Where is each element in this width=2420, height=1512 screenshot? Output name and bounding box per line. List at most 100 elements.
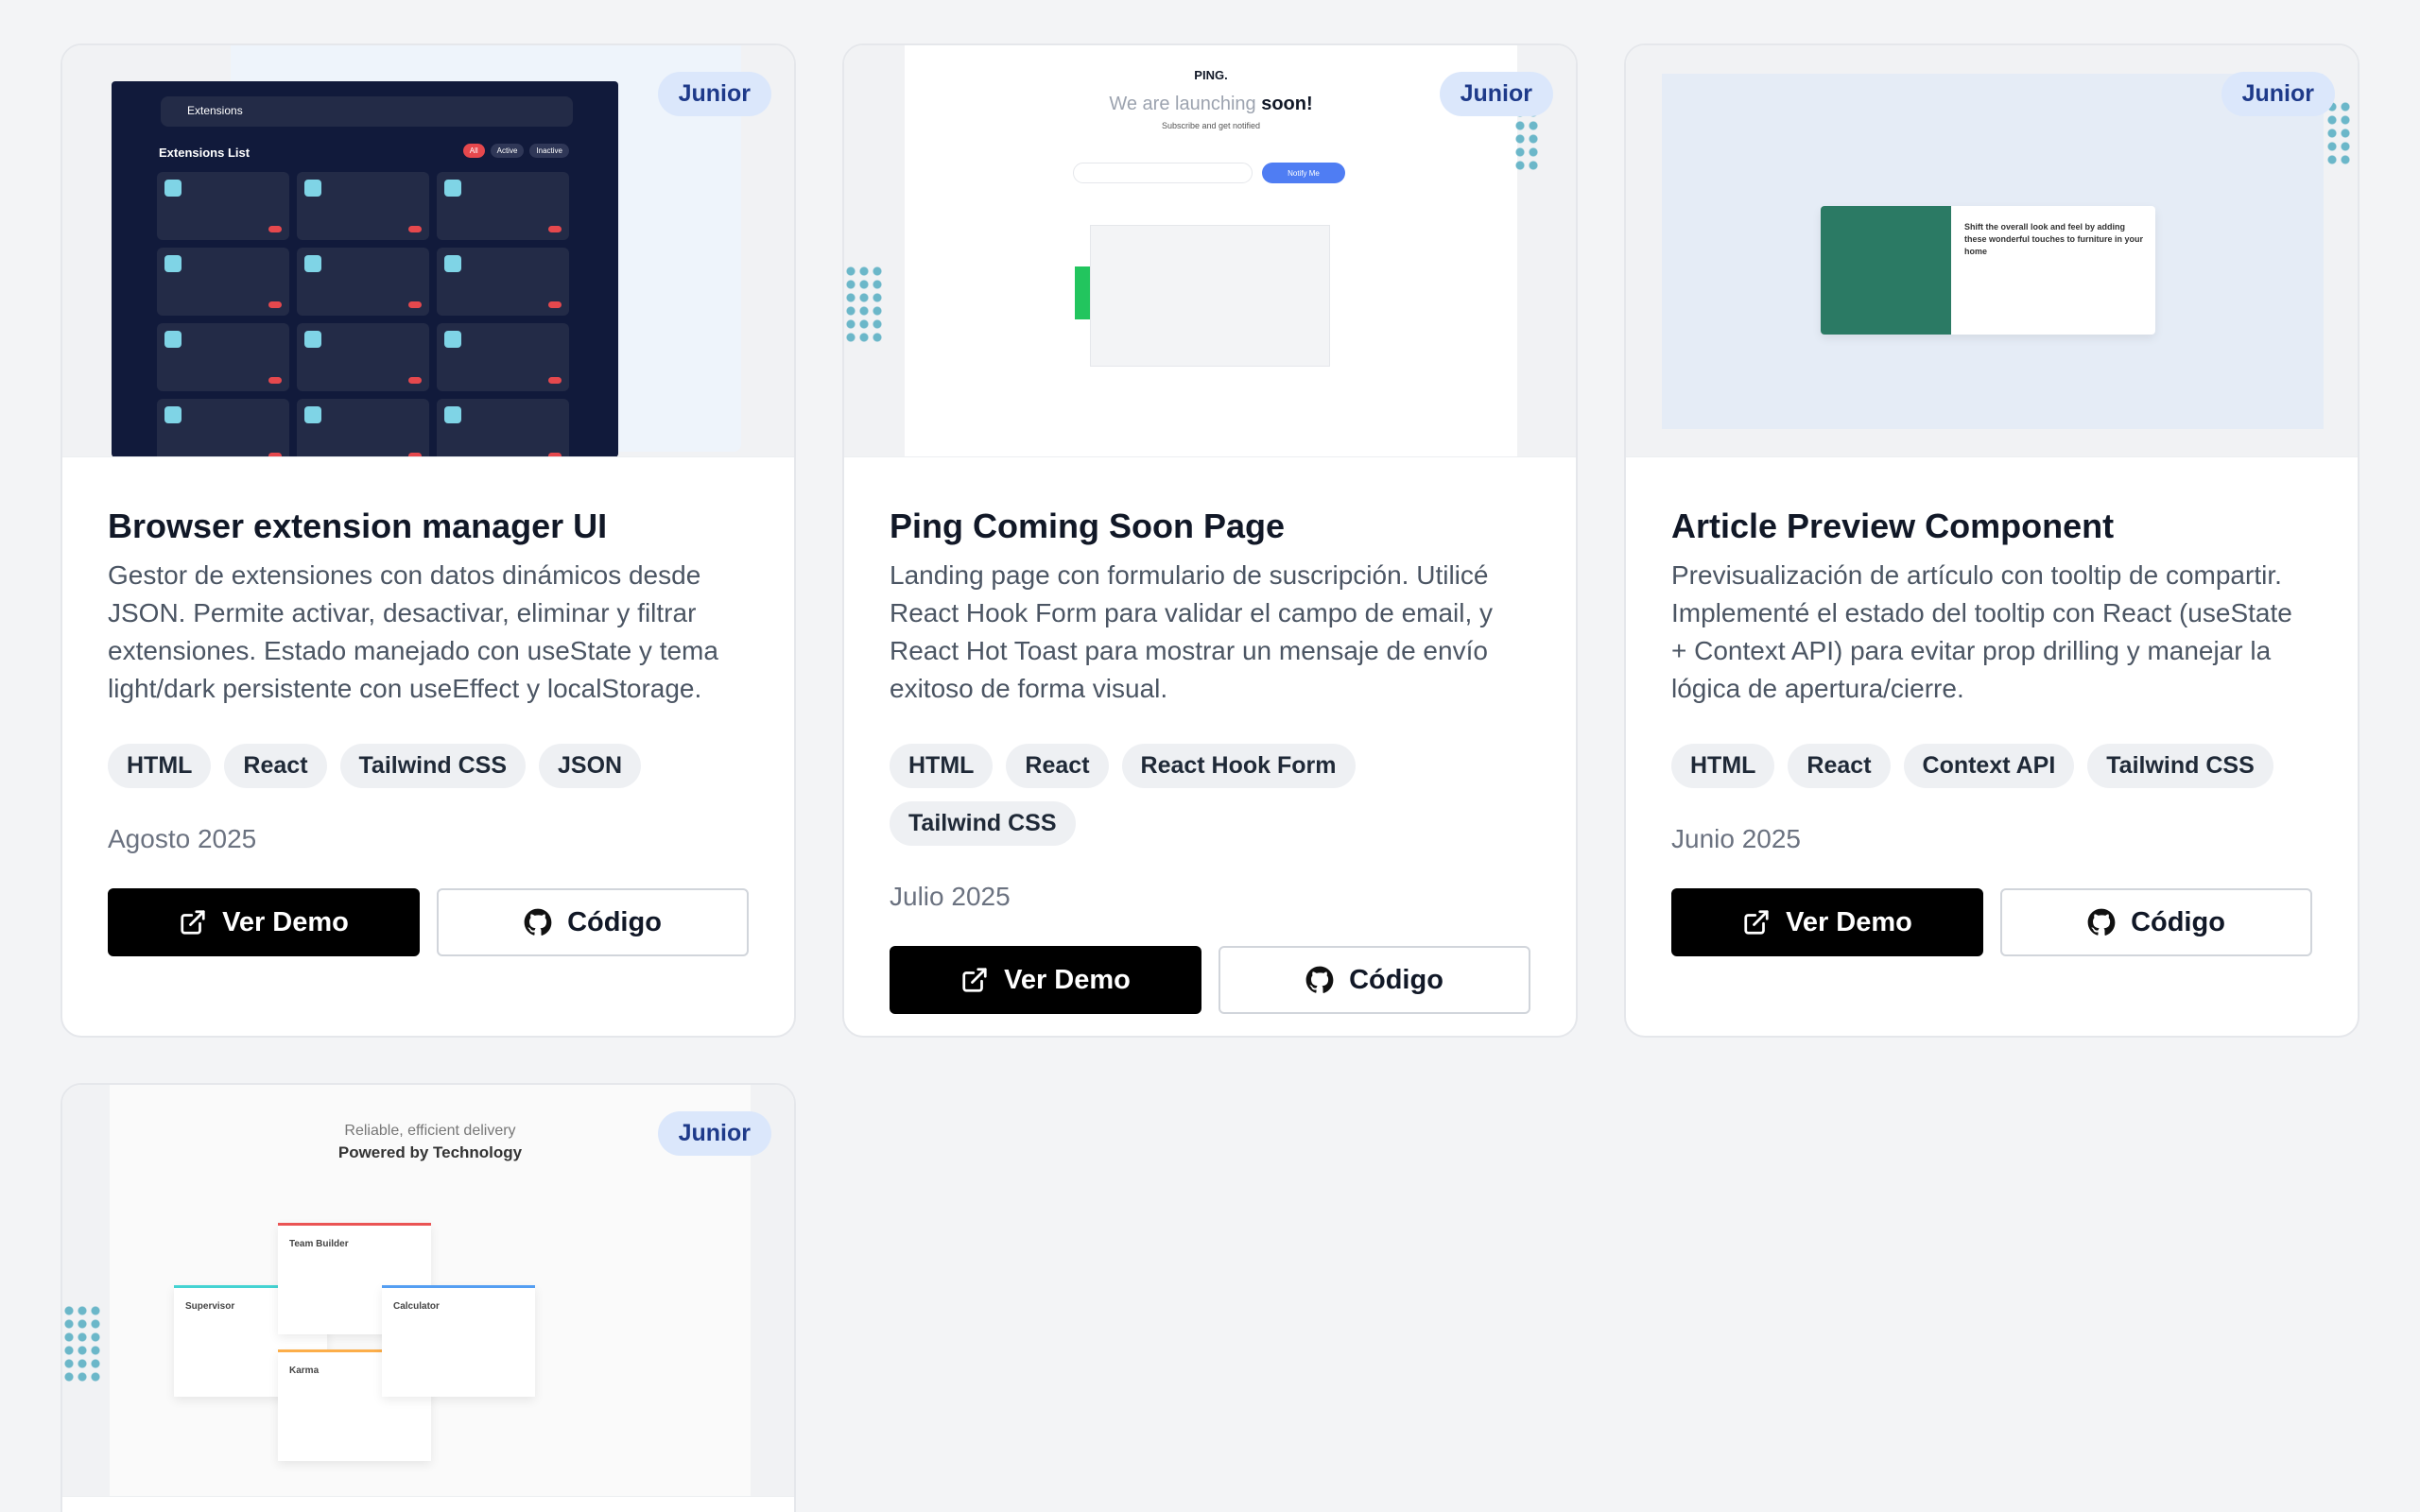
project-actions: Ver Demo Código — [1671, 888, 2312, 957]
level-badge: Junior — [1439, 72, 1553, 116]
tech-tag: React — [224, 744, 327, 789]
project-title: Browser extension manager UI — [108, 507, 608, 545]
thumbnail-subtitle: Subscribe and get notified — [1161, 121, 1261, 130]
ver-demo-button[interactable]: Ver Demo — [108, 888, 420, 957]
project-actions: Ver Demo Código — [108, 888, 749, 957]
level-badge: Junior — [2221, 72, 2335, 116]
external-link-icon — [181, 910, 205, 936]
thumbnail-accent — [1075, 266, 1090, 319]
thumbnail-filter: Inactive — [529, 144, 569, 158]
thumbnail-feature-title: Karma — [289, 1366, 320, 1376]
thumbnail-notify-button: Notify Me — [1262, 163, 1345, 183]
project-thumbnail: Extensions Extensions List All Active In… — [62, 45, 794, 457]
thumbnail-headline: We are launching soon! — [905, 94, 1517, 115]
ver-demo-label: Ver Demo — [222, 906, 349, 937]
thumbnail-filter: Active — [490, 144, 525, 158]
codigo-label: Código — [2131, 906, 2225, 937]
project-date: Junio 2025 — [1671, 824, 1802, 854]
tech-tag: React Hook Form — [1121, 744, 1356, 789]
project-date: Julio 2025 — [890, 882, 1011, 912]
thumbnail-feature-title: Calculator — [393, 1301, 440, 1312]
project-date: Agosto 2025 — [108, 824, 257, 854]
project-description: Landing page con formulario de suscripci… — [890, 560, 1494, 704]
thumbnail-dark-preview: Extensions Extensions List All Active In… — [112, 81, 618, 456]
thumbnail-feature-title: Supervisor — [185, 1301, 235, 1312]
thumbnail-grid — [157, 172, 569, 456]
thumbnail-filters: All Active Inactive — [462, 144, 569, 158]
project-thumbnail: Shift the overall look and feel by addin… — [1626, 45, 2358, 457]
thumbnail-article-image — [1821, 206, 1951, 335]
codigo-label: Código — [567, 906, 662, 937]
thumbnail-header: Extensions — [161, 96, 573, 127]
thumbnail-tile — [157, 323, 289, 391]
project-thumbnail: Reliable, efficient delivery Powered by … — [62, 1085, 794, 1497]
thumbnail-header-text: Extensions — [187, 104, 243, 117]
thumbnail-line1: Reliable, efficient delivery — [344, 1123, 516, 1139]
ver-demo-button[interactable]: Ver Demo — [890, 946, 1201, 1015]
project-actions: Ver Demo Código — [890, 946, 1530, 1015]
tech-tag: HTML — [1671, 744, 1775, 789]
thumbnail-tile — [297, 172, 429, 240]
github-icon — [524, 909, 552, 936]
thumbnail-article-card: Shift the overall look and feel by addin… — [1821, 206, 2155, 335]
thumbnail-dots — [2325, 100, 2350, 168]
project-card: Shift the overall look and feel by addin… — [1624, 43, 2360, 1038]
thumbnail-dots — [62, 1304, 100, 1382]
thumbnail-feature-card: Calculator — [382, 1285, 535, 1397]
tech-tag: React — [1006, 744, 1109, 789]
external-link-icon — [1744, 910, 1769, 936]
thumbnail-tile — [437, 172, 569, 240]
thumbnail-line2: Powered by Technology — [337, 1143, 523, 1161]
tech-tag: HTML — [108, 744, 212, 789]
codigo-button[interactable]: Código — [437, 888, 749, 957]
thumbnail-headline-bold: soon! — [1261, 94, 1313, 114]
thumbnail-email-field — [1073, 163, 1253, 183]
thumbnail-article-text: Shift the overall look and feel by addin… — [1964, 222, 2144, 256]
thumbnail-features-page: Reliable, efficient delivery Powered by … — [110, 1085, 751, 1496]
tech-tags: HTML React Context API Tailwind CSS — [1671, 744, 2312, 789]
thumbnail-filter: All — [462, 144, 485, 158]
tech-tag: Tailwind CSS — [339, 744, 527, 789]
ver-demo-label: Ver Demo — [1004, 964, 1131, 995]
thumbnail-ping-page: PING. We are launching soon! Subscribe a… — [905, 45, 1517, 456]
tech-tag: Tailwind CSS — [2087, 744, 2273, 789]
thumbnail-tile — [157, 248, 289, 316]
codigo-button[interactable]: Código — [2000, 888, 2312, 957]
thumbnail-tile — [297, 323, 429, 391]
thumbnail-dashboard — [1090, 225, 1330, 367]
thumbnail-tile — [297, 399, 429, 456]
github-icon — [1305, 967, 1334, 994]
level-badge: Junior — [657, 1111, 771, 1156]
tech-tags: HTML React React Hook Form Tailwind CSS — [890, 744, 1530, 847]
project-card: Extensions Extensions List All Active In… — [60, 43, 796, 1038]
project-card: PING. We are launching soon! Subscribe a… — [842, 43, 1578, 1038]
thumbnail-logo: PING. — [1194, 68, 1228, 82]
thumbnail-tile — [437, 323, 569, 391]
codigo-label: Código — [1349, 964, 1443, 995]
thumbnail-list-title: Extensions List — [159, 146, 251, 160]
ver-demo-label: Ver Demo — [1786, 906, 1912, 937]
tech-tag: Tailwind CSS — [890, 801, 1076, 847]
thumbnail-tile — [437, 399, 569, 456]
tech-tag: JSON — [539, 744, 642, 789]
thumbnail-headline-light: We are launching — [1109, 94, 1256, 114]
thumbnail-tile — [157, 399, 289, 456]
codigo-button[interactable]: Código — [1219, 946, 1530, 1015]
project-title: Ping Coming Soon Page — [890, 507, 1286, 545]
thumbnail-tile — [437, 248, 569, 316]
thumbnail-article-page: Shift the overall look and feel by addin… — [1662, 74, 2324, 429]
thumbnail-feature-title: Team Builder — [289, 1239, 349, 1249]
tech-tag: HTML — [890, 744, 994, 789]
github-icon — [2087, 909, 2116, 936]
thumbnail-tile — [297, 248, 429, 316]
project-description: Gestor de extensiones con datos dinámico… — [108, 560, 718, 704]
tech-tag: React — [1788, 744, 1891, 789]
project-title: Article Preview Component — [1671, 507, 2115, 545]
thumbnail-tile — [157, 172, 289, 240]
ver-demo-button[interactable]: Ver Demo — [1671, 888, 1983, 957]
thumbnail-dots — [844, 265, 882, 342]
project-description: Previsualización de artículo con tooltip… — [1671, 560, 2292, 704]
project-card: Reliable, efficient delivery Powered by … — [60, 1083, 796, 1512]
tech-tag: Context API — [1903, 744, 2075, 789]
project-thumbnail: PING. We are launching soon! Subscribe a… — [844, 45, 1576, 457]
